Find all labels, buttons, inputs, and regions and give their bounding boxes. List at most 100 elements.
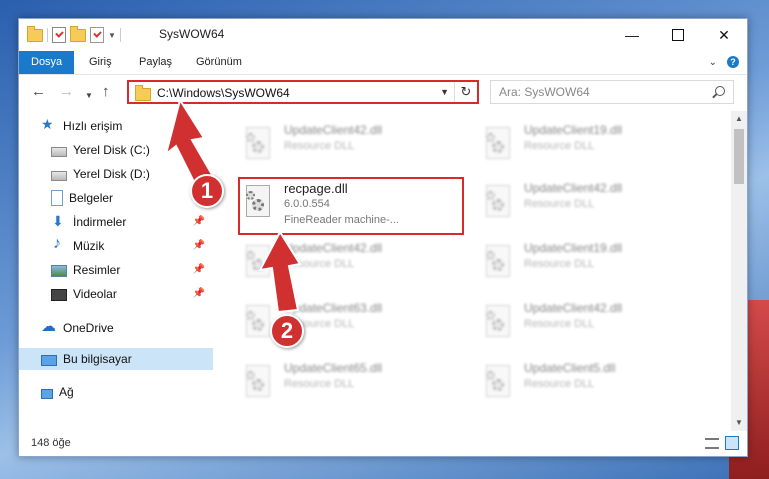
sidebar-item-onedrive[interactable]: OneDrive: [41, 317, 213, 339]
customize-icon[interactable]: [90, 27, 104, 43]
pin-icon[interactable]: 📌: [193, 240, 205, 251]
sidebar-item-pictures[interactable]: Resimler 📌: [51, 259, 213, 281]
sidebar-item-network[interactable]: Ağ: [41, 381, 213, 403]
status-bar: 148 öğe: [19, 432, 747, 456]
sidebar-item-label: İndirmeler: [73, 215, 127, 229]
sidebar-item-music[interactable]: Müzik 📌: [51, 235, 213, 257]
onedrive-icon: [41, 317, 57, 336]
tab-share[interactable]: Paylaş: [129, 51, 182, 74]
file-type: Resource DLL: [524, 378, 595, 390]
dll-file-icon: [484, 127, 514, 163]
navigation-pane: Hızlı erişim Yerel Disk (C:) Yerel Disk …: [19, 111, 215, 431]
vertical-scrollbar[interactable]: ▲ ▼: [731, 111, 747, 431]
dll-file-icon: [484, 185, 514, 221]
list-item[interactable]: UpdateClient19.dll Resource DLL: [478, 119, 698, 169]
sidebar-item-downloads[interactable]: İndirmeler 📌: [51, 211, 213, 233]
sidebar-item-disk-c[interactable]: Yerel Disk (C:): [51, 139, 213, 161]
tab-home[interactable]: Giriş: [79, 51, 122, 74]
list-item[interactable]: UpdateClient42.dll Resource DLL: [478, 177, 698, 227]
chevron-down-icon[interactable]: ⌄: [709, 57, 717, 68]
highlight-box: [238, 177, 464, 235]
scroll-up-icon[interactable]: ▲: [731, 111, 747, 127]
file-name: UpdateClient42.dll: [524, 181, 623, 195]
dll-file-icon: [484, 305, 514, 341]
sidebar-item-label: Ağ: [59, 385, 74, 399]
search-input[interactable]: Ara: SysWOW64: [490, 80, 734, 104]
pin-icon[interactable]: 📌: [193, 288, 205, 299]
step-badge-2: 2: [270, 314, 304, 348]
details-view-icon[interactable]: [705, 438, 719, 449]
divider: [47, 28, 48, 42]
address-path[interactable]: C:\Windows\SysWOW64: [157, 86, 290, 100]
sidebar-item-label: Müzik: [73, 239, 105, 253]
file-type: Resource DLL: [284, 140, 355, 152]
sidebar-item-label: Videolar: [73, 287, 117, 301]
list-item[interactable]: UpdateClient42.dll Resource DLL: [238, 119, 458, 169]
up-arrow-icon[interactable]: ↑: [102, 84, 110, 100]
music-icon: [51, 235, 67, 254]
dll-file-icon: [244, 245, 274, 281]
star-icon: [41, 116, 57, 134]
forward-arrow-icon[interactable]: →: [59, 84, 74, 100]
maximize-button[interactable]: [655, 19, 701, 51]
pc-icon: [41, 354, 57, 366]
address-bar[interactable]: C:\Windows\SysWOW64 ▼ ↻: [127, 80, 479, 104]
tab-file[interactable]: Dosya: [19, 51, 75, 74]
chevron-down-icon[interactable]: ▼: [440, 87, 449, 97]
scroll-down-icon[interactable]: ▼: [731, 415, 747, 431]
sidebar-item-quick-access[interactable]: Hızlı erişim: [41, 115, 213, 137]
file-name: UpdateClient63.dll: [284, 301, 383, 315]
scroll-thumb[interactable]: [734, 129, 744, 184]
file-name: UpdateClient19.dll: [524, 241, 623, 255]
folder-icon: [135, 85, 151, 101]
list-item[interactable]: UpdateClient42.dll Resource DLL: [238, 237, 458, 287]
sidebar-item-this-pc[interactable]: Bu bilgisayar: [19, 348, 213, 370]
file-name: UpdateClient19.dll: [524, 123, 623, 137]
minimize-button[interactable]: —: [609, 19, 655, 51]
folder-icon: [27, 25, 43, 42]
file-name: UpdateClient5.dll: [524, 361, 616, 375]
file-type: Resource DLL: [284, 378, 355, 390]
sidebar-item-label: OneDrive: [63, 321, 114, 335]
pin-icon[interactable]: 📌: [193, 216, 205, 227]
list-item[interactable]: UpdateClient19.dll Resource DLL: [478, 237, 698, 287]
properties-icon[interactable]: [52, 27, 66, 43]
divider: [119, 28, 121, 42]
list-item[interactable]: UpdateClient42.dll Resource DLL: [478, 297, 698, 347]
sidebar-item-label: Bu bilgisayar: [63, 352, 132, 366]
list-item[interactable]: UpdateClient5.dll Resource DLL: [478, 357, 698, 407]
file-type: Resource DLL: [524, 198, 595, 210]
tiles-view-icon[interactable]: [725, 436, 739, 450]
sidebar-item-disk-d[interactable]: Yerel Disk (D:): [51, 163, 213, 185]
disk-icon: [51, 146, 67, 157]
help-icon[interactable]: ?: [727, 56, 739, 68]
sidebar-item-label: Yerel Disk (D:): [73, 167, 150, 181]
dll-file-icon: [244, 365, 274, 401]
sidebar-item-documents[interactable]: Belgeler: [51, 187, 213, 209]
pin-icon[interactable]: 📌: [193, 264, 205, 275]
refresh-icon[interactable]: ↻: [454, 82, 477, 102]
file-name: UpdateClient42.dll: [284, 241, 383, 255]
file-type: Resource DLL: [284, 258, 355, 270]
file-type: Resource DLL: [524, 318, 595, 330]
file-name: UpdateClient42.dll: [524, 301, 623, 315]
chevron-down-icon[interactable]: ▼: [108, 31, 116, 40]
file-name: UpdateClient65.dll: [284, 361, 383, 375]
new-folder-icon[interactable]: [70, 25, 86, 42]
sidebar-item-label: Hızlı erişim: [63, 119, 123, 133]
close-button[interactable]: ✕: [701, 19, 747, 51]
address-row: ← → ▼ ↑ C:\Windows\SysWOW64 ▼ ↻ Ara: Sys…: [19, 75, 747, 109]
list-item[interactable]: UpdateClient65.dll Resource DLL: [238, 357, 458, 407]
sidebar-item-label: Yerel Disk (C:): [73, 143, 150, 157]
back-arrow-icon[interactable]: ←: [31, 84, 46, 100]
title-bar: ▼ SysWOW64 — ✕: [19, 19, 747, 51]
network-icon: [41, 388, 53, 399]
tab-view[interactable]: Görünüm: [186, 51, 252, 74]
disk-icon: [51, 170, 67, 181]
downloads-icon: [51, 213, 67, 230]
ribbon-controls: ⌄ ?: [709, 56, 739, 68]
search-icon[interactable]: [715, 86, 725, 96]
sidebar-item-videos[interactable]: Videolar 📌: [51, 283, 213, 305]
pictures-icon: [51, 265, 67, 277]
chevron-down-icon[interactable]: ▼: [85, 88, 93, 104]
